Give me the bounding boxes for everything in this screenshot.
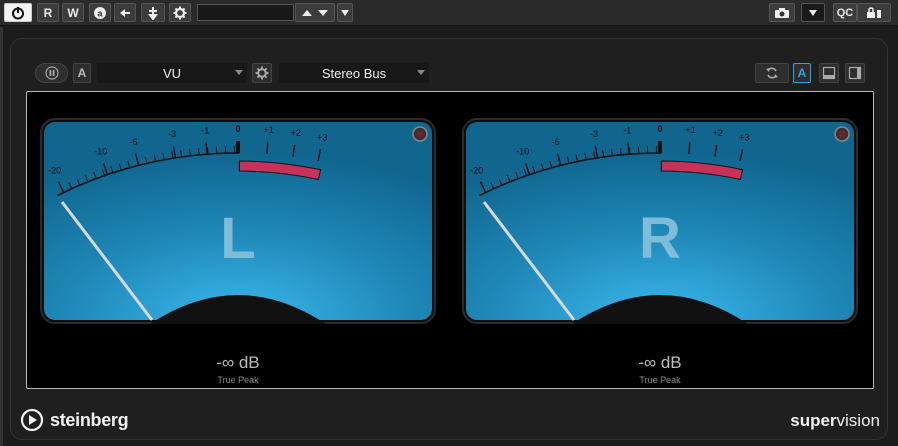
vu-meter-right: -20 -10 -6 -3 -1 0 +1 +2 +3 R xyxy=(462,118,858,324)
scale-tick xyxy=(620,147,622,155)
chevron-down-icon xyxy=(809,9,817,16)
pause-button[interactable] xyxy=(35,63,68,83)
camera-icon xyxy=(775,7,789,18)
bypass-power-button[interactable] xyxy=(4,3,32,22)
bus-value: Stereo Bus xyxy=(321,65,387,81)
panel-bottom-icon xyxy=(822,66,836,80)
scale-label: -20 xyxy=(48,165,61,175)
vu-meter-left: -20 -10 -6 -3 -1 0 +1 +2 +3 L xyxy=(40,118,436,324)
refresh-icon xyxy=(766,67,778,79)
right-peak-value: -∞ dB xyxy=(638,353,682,372)
power-icon xyxy=(12,6,24,19)
scale-label: +1 xyxy=(263,125,273,135)
preset-menu-button[interactable] xyxy=(337,3,353,22)
gear-icon xyxy=(173,6,187,19)
right-peak-caption: True Peak xyxy=(639,375,681,385)
a-b-select-button[interactable]: A xyxy=(73,63,91,83)
scale-label: -6 xyxy=(129,137,137,147)
snapshot-button[interactable] xyxy=(769,3,795,22)
scale-label: -10 xyxy=(94,147,107,157)
scale-label: +1 xyxy=(685,125,695,135)
scale-major-tick xyxy=(266,142,269,155)
lock-icon xyxy=(867,6,881,18)
layout-bottom-button[interactable] xyxy=(819,63,839,83)
steinberg-logo-icon xyxy=(20,408,44,432)
peak-led-inner xyxy=(416,130,424,138)
panel-right-icon xyxy=(848,66,862,80)
scale-label: -1 xyxy=(201,125,209,135)
channel-label: R xyxy=(639,206,681,271)
scale-label: -20 xyxy=(470,165,483,175)
auto-reset-a-button[interactable]: A xyxy=(793,63,811,83)
scale-label: -1 xyxy=(623,125,631,135)
scale-tick xyxy=(628,147,631,155)
scale-label: -10 xyxy=(516,147,529,157)
scale-tick xyxy=(206,147,209,155)
scale-major-tick xyxy=(627,142,630,155)
scale-major-tick xyxy=(205,142,208,155)
meter-type-value: VU xyxy=(162,65,182,81)
host-left-rail xyxy=(0,27,3,446)
switch-ab-button[interactable]: a xyxy=(89,3,111,22)
reset-button[interactable] xyxy=(755,63,789,83)
module-settings-button[interactable] xyxy=(252,63,272,83)
product-name: supervision xyxy=(790,411,880,431)
left-peak-value: -∞ dB xyxy=(216,353,260,372)
left-peak-caption: True Peak xyxy=(217,375,259,385)
scale-label: 0 xyxy=(657,124,662,134)
quick-controls-button[interactable]: QC xyxy=(833,3,857,22)
settings-button[interactable] xyxy=(169,3,191,22)
bus-dropdown[interactable]: Stereo Bus xyxy=(279,63,429,83)
write-automation-button[interactable]: W xyxy=(62,3,84,22)
steinberg-logo[interactable]: steinberg xyxy=(20,408,129,432)
scale-label: 0 xyxy=(235,124,240,134)
host-menu-button[interactable] xyxy=(801,3,825,22)
chevron-down-icon xyxy=(341,9,349,16)
read-automation-button[interactable]: R xyxy=(37,3,59,22)
copy-settings-button[interactable] xyxy=(114,3,136,22)
gear-icon xyxy=(255,66,269,80)
scale-label: -3 xyxy=(168,129,176,139)
scale-label: -6 xyxy=(551,137,559,147)
ab-icon: a xyxy=(94,6,106,19)
peak-led-inner xyxy=(838,130,846,138)
scale-label: +3 xyxy=(739,132,749,142)
scale-major-tick xyxy=(688,142,691,155)
channel-label: L xyxy=(220,206,255,271)
layout-right-button[interactable] xyxy=(845,63,865,83)
preset-field[interactable] xyxy=(197,4,294,21)
scale-label: +2 xyxy=(291,128,301,138)
chevron-down-icon xyxy=(235,70,243,75)
scale-label: -3 xyxy=(590,129,598,139)
up-down-arrows-icon xyxy=(302,9,328,16)
preset-prev-next[interactable] xyxy=(295,3,335,22)
scale-label: +3 xyxy=(317,132,327,142)
product-name-regular: vision xyxy=(836,411,880,430)
sidechain-button[interactable] xyxy=(141,3,165,22)
lock-button[interactable] xyxy=(857,3,891,22)
sidechain-icon xyxy=(148,6,158,20)
meter-type-dropdown[interactable]: VU xyxy=(97,63,247,83)
scale-tick xyxy=(198,147,200,155)
chevron-down-icon xyxy=(417,70,425,75)
brand-name: steinberg xyxy=(50,409,129,430)
pause-icon xyxy=(44,66,59,80)
scale-label: +2 xyxy=(713,128,723,138)
arrow-left-icon xyxy=(120,8,130,17)
product-name-bold: super xyxy=(790,411,837,430)
